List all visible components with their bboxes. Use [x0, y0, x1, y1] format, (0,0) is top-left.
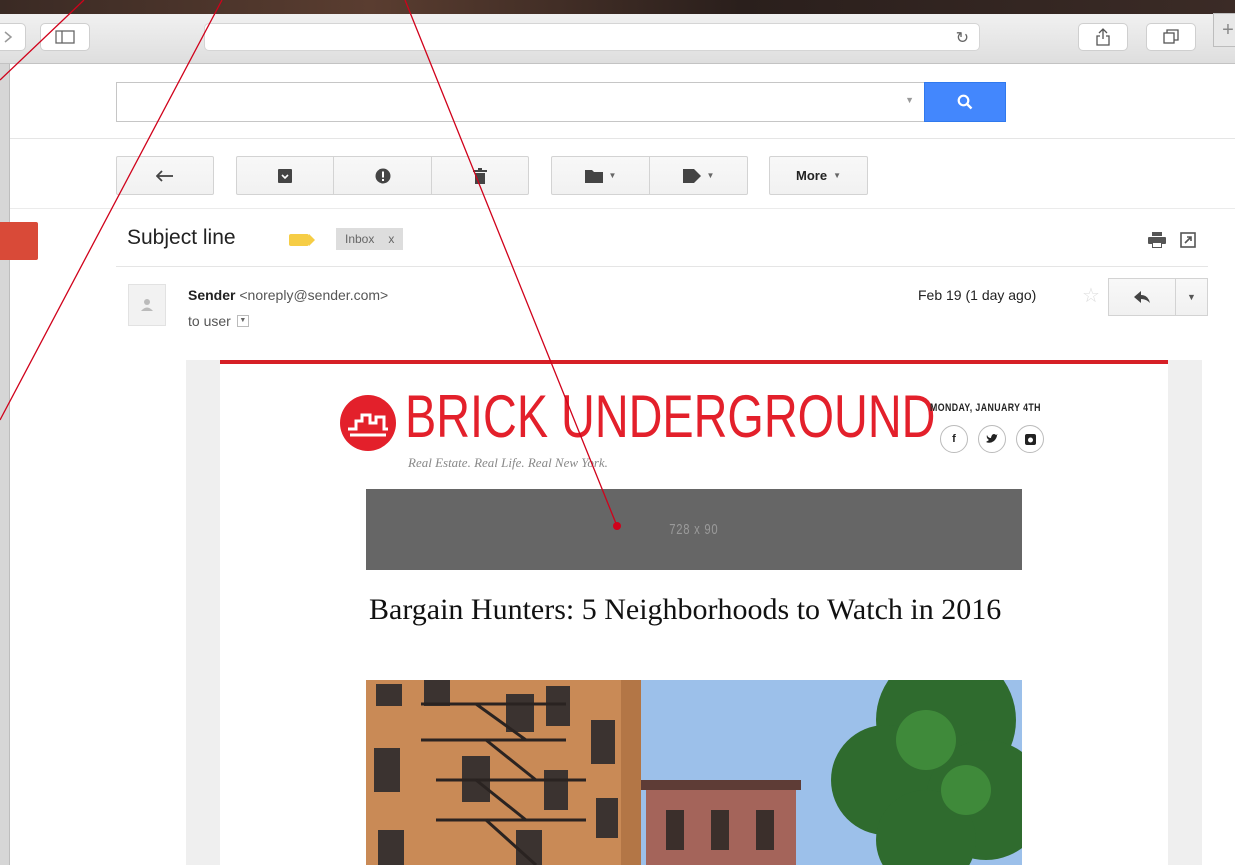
delete-button[interactable] — [431, 156, 529, 195]
reply-options-dropdown[interactable]: ▼ — [1175, 278, 1208, 316]
sender-line: Sender <noreply@sender.com> — [188, 287, 388, 303]
reload-icon[interactable]: ↻ — [956, 28, 969, 48]
twitter-icon[interactable] — [978, 425, 1006, 453]
folder-icon — [584, 169, 603, 183]
back-to-inbox-button[interactable] — [116, 156, 214, 195]
share-icon — [1096, 28, 1110, 46]
newsletter-tagline: Real Estate. Real Life. Real New York. — [408, 455, 608, 470]
ad-size-label: 728 x 90 — [669, 521, 719, 538]
tabs-overview-icon — [1163, 29, 1179, 44]
instagram-icon[interactable] — [1016, 425, 1044, 453]
sender-email: <noreply@sender.com> — [239, 287, 389, 303]
instagram-camera-icon — [1024, 433, 1036, 445]
facebook-glyph: f — [952, 433, 956, 445]
search-button[interactable] — [924, 82, 1006, 122]
report-spam-button[interactable] — [333, 156, 432, 195]
recipient-text: to user — [188, 313, 231, 329]
reply-arrow-icon — [1134, 291, 1150, 303]
brick-underground-logo-icon — [340, 395, 396, 451]
share-button[interactable] — [1078, 23, 1128, 51]
search-input[interactable]: ▼ — [116, 82, 924, 122]
search-icon — [957, 94, 973, 110]
compose-button[interactable] — [0, 222, 38, 260]
twitter-bird-icon — [986, 434, 998, 443]
chevron-down-icon: ▼ — [706, 171, 715, 180]
more-actions-button[interactable]: More ▼ — [769, 156, 868, 195]
subject-divider — [116, 266, 1208, 267]
open-new-window-button[interactable] — [1180, 232, 1196, 253]
header-divider — [10, 138, 1235, 139]
chevron-down-icon: ▼ — [608, 171, 617, 180]
browser-toolbar: ↻ — [0, 14, 1235, 64]
remove-label-button[interactable]: x — [388, 232, 394, 246]
chevron-down-icon: ▼ — [833, 171, 841, 180]
ad-placeholder[interactable]: 728 x 90 — [366, 489, 1022, 570]
forward-button[interactable] — [0, 23, 26, 51]
toolbar-divider — [10, 208, 1235, 209]
archive-button[interactable] — [236, 156, 334, 195]
recipient-line: to user ▼ — [188, 313, 249, 329]
label-tag-icon — [682, 168, 701, 183]
sender-name[interactable]: Sender — [188, 287, 235, 303]
new-window-icon — [1180, 232, 1196, 248]
email-date: Feb 19 (1 day ago) — [918, 287, 1037, 303]
article-headline[interactable]: Bargain Hunters: 5 Neighborhoods to Watc… — [369, 590, 1029, 630]
back-arrow-icon — [156, 169, 173, 182]
reply-button[interactable] — [1108, 278, 1176, 316]
print-all-button[interactable] — [1148, 232, 1166, 253]
show-details-dropdown-icon[interactable]: ▼ — [236, 315, 249, 327]
inbox-label-text: Inbox — [345, 232, 375, 246]
archive-icon — [278, 168, 292, 183]
email-subject: Subject line — [127, 226, 236, 249]
newsletter-logo-text: BRICK UNDERGROUND — [405, 383, 936, 450]
importance-marker-icon[interactable] — [289, 234, 315, 246]
star-icon[interactable]: ☆ — [1082, 283, 1100, 308]
address-bar[interactable]: ↻ — [204, 23, 980, 51]
printer-icon — [1148, 232, 1166, 248]
move-to-button[interactable]: ▼ — [551, 156, 650, 195]
desktop-background-strip — [0, 0, 1235, 14]
issue-date: MONDAY, JANUARY 4TH — [930, 402, 1041, 414]
inbox-label-chip: Inbox x — [336, 228, 404, 250]
facebook-icon[interactable]: f — [940, 425, 968, 453]
left-window-edge — [0, 64, 10, 865]
sidebar-icon — [55, 30, 75, 44]
trash-icon — [473, 167, 487, 184]
more-label: More — [796, 168, 828, 183]
chevron-right-icon — [4, 31, 13, 43]
person-silhouette-icon — [141, 299, 153, 311]
sender-avatar[interactable] — [128, 284, 166, 326]
spam-icon — [375, 168, 390, 183]
labels-button[interactable]: ▼ — [649, 156, 748, 195]
sidebar-button[interactable] — [40, 23, 90, 51]
search-options-caret-icon[interactable]: ▼ — [905, 95, 914, 105]
new-tab-button[interactable]: + — [1213, 13, 1235, 47]
tabs-button[interactable] — [1146, 23, 1196, 51]
article-hero-image[interactable] — [366, 680, 1022, 865]
